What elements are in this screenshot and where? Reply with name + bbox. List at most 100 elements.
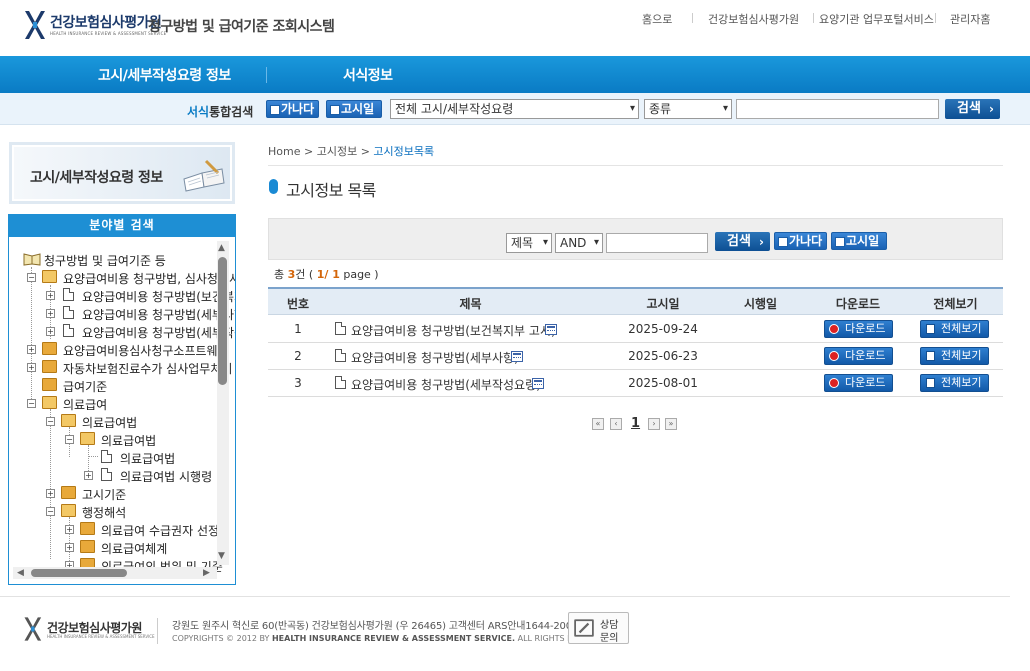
scroll-right-icon[interactable]: ▶ xyxy=(203,568,210,578)
chevron-down-icon: ▾ xyxy=(722,103,728,114)
last-page-icon[interactable]: » xyxy=(665,418,677,430)
prev-page-icon[interactable]: ‹ xyxy=(610,418,622,430)
tree-item[interactable]: 고시기준 xyxy=(82,486,126,503)
filter-date-button[interactable]: 고시일 xyxy=(831,232,887,250)
type-select[interactable]: 종류 ▾ xyxy=(644,99,732,119)
filter-ganada-button[interactable]: 가나다 xyxy=(774,232,827,250)
table-view-icon[interactable] xyxy=(545,324,557,335)
folder-open-icon xyxy=(61,504,76,517)
tree-item[interactable]: 요양급여비용심사청구소프트웨어 xyxy=(63,342,229,359)
document-icon xyxy=(101,468,112,481)
breadcrumb-separator-icon: > xyxy=(360,145,374,158)
field-select[interactable]: 제목 ▾ xyxy=(506,233,552,253)
field-select-value: 제목 xyxy=(511,236,534,250)
breadcrumb-notice[interactable]: 고시정보 xyxy=(317,145,357,158)
row-number: 3 xyxy=(294,376,302,390)
collapse-icon[interactable]: − xyxy=(46,417,55,426)
tree-item[interactable]: 행정해석 xyxy=(82,504,126,521)
expand-icon[interactable]: + xyxy=(27,345,36,354)
row-title-link[interactable]: 요양급여비용 청구방법(보건복지부 고시) xyxy=(351,322,556,339)
tree-item[interactable]: 요양급여비용 청구방법, 심사청구서·명세서 서식 및 작성요령 xyxy=(63,270,235,287)
filter-keyword-input[interactable] xyxy=(606,233,708,253)
table-header: 번호 제목 고시일 시행일 다운로드 전체보기 xyxy=(268,287,1003,315)
download-label: 다운로드 xyxy=(845,322,886,335)
scroll-left-icon[interactable]: ◀ xyxy=(17,568,24,578)
footer-address: 강원도 원주시 혁신로 60(반곡동) 건강보험심사평가원 (우 26465) … xyxy=(172,621,579,632)
left-banner-bg: 고시/세부작성요령 정보 xyxy=(14,147,230,199)
expand-icon[interactable]: + xyxy=(46,489,55,498)
tree-item[interactable]: 의료급여법 xyxy=(101,432,156,449)
expand-icon[interactable]: + xyxy=(84,471,93,480)
full-view-button[interactable]: 전체보기 xyxy=(920,320,989,338)
folder-icon xyxy=(80,540,95,553)
horizontal-scroll-thumb[interactable] xyxy=(31,569,127,577)
expand-icon[interactable]: + xyxy=(46,291,55,300)
vertical-scroll-thumb[interactable] xyxy=(218,257,227,385)
expand-icon[interactable]: + xyxy=(27,363,36,372)
expand-icon[interactable]: + xyxy=(65,525,74,534)
breadcrumb-home[interactable]: Home xyxy=(268,145,300,158)
page-number-current[interactable]: 1 xyxy=(631,416,640,431)
hira-logo-icon[interactable] xyxy=(22,9,46,41)
table-view-icon[interactable] xyxy=(511,351,523,362)
full-view-button[interactable]: 전체보기 xyxy=(920,347,989,365)
download-button[interactable]: 다운로드 xyxy=(824,347,893,365)
breadcrumb-separator-icon: > xyxy=(303,145,317,158)
collapse-icon[interactable]: − xyxy=(27,273,36,282)
top-link-home[interactable]: 홈으로 xyxy=(642,11,672,27)
tree-connector xyxy=(31,267,32,405)
table-view-icon[interactable] xyxy=(532,378,544,389)
expand-icon[interactable]: + xyxy=(46,309,55,318)
col-number: 번호 xyxy=(286,297,310,311)
breadcrumb-divider xyxy=(268,165,1003,166)
logo-text[interactable]: 건강보험심사평가원 xyxy=(50,12,162,32)
category-select[interactable]: 전체 고시/세부작성요령 ▾ xyxy=(390,99,639,119)
collapse-icon[interactable]: − xyxy=(65,435,74,444)
tree-item[interactable]: 의료급여 xyxy=(63,396,107,413)
page-title: 고시정보 목록 xyxy=(286,181,376,200)
top-link-portal[interactable]: 요양기관 업무포털서비스 xyxy=(819,11,934,27)
download-button[interactable]: 다운로드 xyxy=(824,374,893,392)
collapse-icon[interactable]: − xyxy=(27,399,36,408)
download-button[interactable]: 다운로드 xyxy=(824,320,893,338)
nav-divider xyxy=(266,67,267,83)
tree-item[interactable]: 의료급여법 xyxy=(82,414,137,431)
operator-select[interactable]: AND ▾ xyxy=(555,233,603,253)
download-icon xyxy=(829,378,839,388)
search-button[interactable]: 검색 › xyxy=(945,99,1000,119)
expand-icon[interactable]: + xyxy=(46,327,55,336)
scroll-down-icon[interactable]: ▼ xyxy=(218,551,225,561)
consult-button[interactable]: 상담 문의 xyxy=(568,612,629,644)
search-keyword-input[interactable] xyxy=(736,99,939,119)
next-page-icon[interactable]: › xyxy=(648,418,660,430)
tree-item[interactable]: 의료급여체계 xyxy=(101,540,167,557)
top-link-admin[interactable]: 관리자홈 xyxy=(950,11,990,27)
scroll-up-icon[interactable]: ▲ xyxy=(218,243,225,253)
tree-item[interactable]: 의료급여법 xyxy=(120,450,175,467)
tree-item[interactable]: 급여기준 xyxy=(63,378,107,395)
row-title-link[interactable]: 요양급여비용 청구방법(세부작성요령) xyxy=(351,376,541,393)
nav-item-form-info[interactable]: 서식정보 xyxy=(343,65,393,85)
collapse-icon[interactable]: − xyxy=(46,507,55,516)
tree-item[interactable]: 요양급여비용 청구방법(세부작성요령) xyxy=(82,324,235,341)
footer-separator xyxy=(157,618,158,644)
tree-item[interactable]: 의료급여 수급권자 선정 xyxy=(101,522,219,539)
col-full-view: 전체보기 xyxy=(933,297,978,311)
top-link-hira[interactable]: 건강보험심사평가원 xyxy=(708,11,799,27)
ganada-button[interactable]: 가나다 xyxy=(266,100,319,118)
notice-date-button[interactable]: 고시일 xyxy=(326,100,382,118)
row-title-link[interactable]: 요양급여비용 청구방법(세부사항) xyxy=(351,349,519,366)
tree-item[interactable]: 의료급여법 시행령 xyxy=(120,468,212,485)
tree-item[interactable]: 요양급여비용 청구방법(보건복지부 고시) xyxy=(82,288,235,305)
filter-search-button[interactable]: 검색 › xyxy=(715,232,770,251)
first-page-icon[interactable]: « xyxy=(592,418,604,430)
tree-item[interactable]: 청구방법 및 급여기준 등 xyxy=(44,252,166,269)
tree-item[interactable]: 요양급여비용 청구방법(세부사항) xyxy=(82,306,235,323)
nav-item-notice-info[interactable]: 고시/세부작성요령 정보 xyxy=(98,65,231,85)
full-view-button[interactable]: 전체보기 xyxy=(920,374,989,392)
document-icon xyxy=(101,450,112,463)
total-count: 총 3건 ( 1/ 1 page ) xyxy=(274,266,379,282)
tree-item[interactable]: 자동차보험진료수가 심사업무처리 xyxy=(63,360,232,377)
row-notice-date: 2025-06-23 xyxy=(628,349,698,363)
expand-icon[interactable]: + xyxy=(65,543,74,552)
